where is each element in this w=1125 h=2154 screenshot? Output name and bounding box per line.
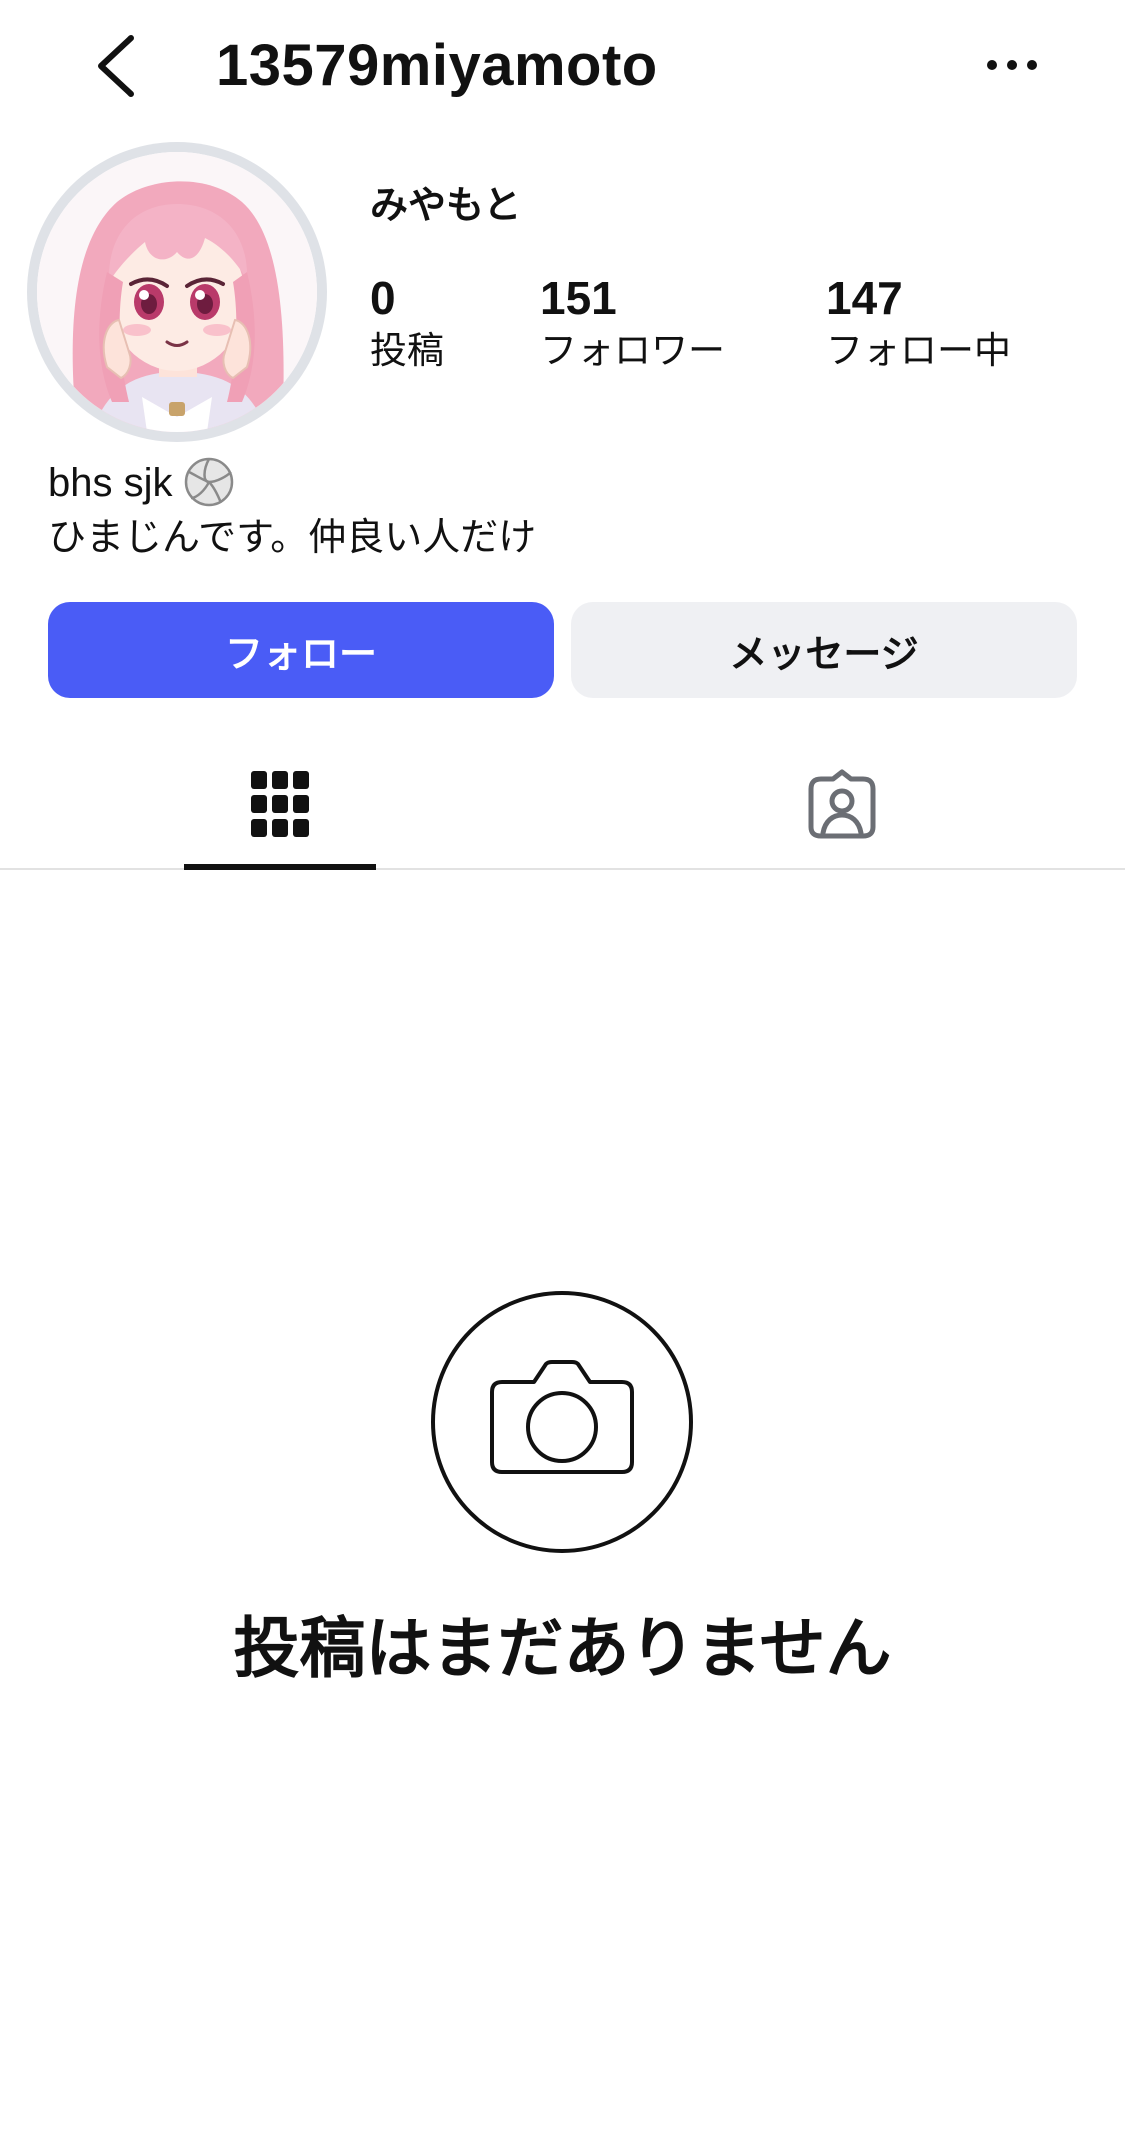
follow-button[interactable]: フォロー [48, 602, 554, 698]
ellipsis-icon [987, 60, 1037, 70]
avatar[interactable] [37, 152, 317, 432]
profile-tabs [0, 740, 1125, 870]
posts-label: 投稿 [370, 329, 444, 372]
profile-username: 13579miyamoto [216, 33, 658, 98]
bio-line-1: bhs sjk [48, 456, 536, 510]
profile-bio: bhs sjk ひまじんです。仲良い人だけ [48, 456, 536, 564]
tab-tagged[interactable] [746, 740, 938, 868]
display-name: みやもと [370, 183, 522, 227]
following-count: 147 [826, 272, 903, 324]
more-options-button[interactable] [972, 40, 1052, 90]
message-button[interactable]: メッセージ [571, 602, 1077, 698]
empty-state-camera [430, 1290, 694, 1554]
tab-posts-grid[interactable] [184, 740, 376, 868]
following-stat[interactable]: 147 フォロー中 [826, 270, 1011, 376]
anime-girl-avatar [37, 152, 317, 432]
volleyball-icon [184, 457, 233, 506]
posts-stat: 0 投稿 [370, 270, 444, 376]
following-label: フォロー中 [826, 329, 1011, 372]
followers-count: 151 [540, 272, 617, 324]
back-button[interactable] [80, 28, 150, 104]
followers-stat[interactable]: 151 フォロワー [540, 270, 725, 376]
active-tab-indicator [184, 864, 376, 870]
camera-icon [431, 1291, 693, 1553]
empty-state-message: 投稿はまだありません [233, 1610, 892, 1687]
bio-text-1: bhs sjk [48, 461, 173, 505]
grid-icon [251, 771, 309, 837]
avatar-ring[interactable] [27, 142, 327, 442]
profile-header: 13579miyamoto [0, 0, 1125, 130]
followers-label: フォロワー [540, 329, 725, 372]
tagged-person-icon [808, 769, 876, 839]
chevron-left-icon [98, 35, 134, 97]
bio-line-2: ひまじんです。仲良い人だけ [48, 515, 537, 559]
posts-count: 0 [370, 272, 396, 324]
